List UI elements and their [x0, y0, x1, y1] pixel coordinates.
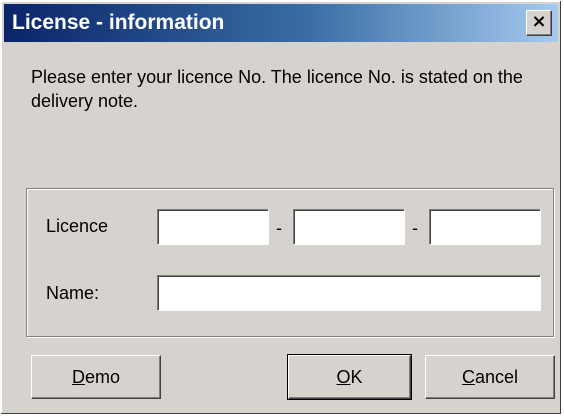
instruction-text: Please enter your licence No. The licenc… — [31, 67, 523, 111]
demo-button-mnemonic: D — [71, 367, 85, 387]
cancel-button[interactable]: Cancel — [425, 355, 555, 399]
licence-separator-1: - — [276, 218, 282, 238]
title-bar[interactable]: License - information × — [4, 4, 558, 42]
cancel-button-mnemonic: C — [461, 367, 475, 387]
close-icon: × — [531, 11, 547, 32]
licence-part2-input[interactable] — [293, 209, 405, 245]
demo-button-label: emo — [84, 367, 120, 387]
licence-part1-input[interactable] — [157, 209, 269, 245]
ok-button[interactable]: OK — [287, 354, 412, 400]
name-label: Name: — [46, 283, 100, 303]
ok-button-label: K — [350, 367, 363, 387]
license-dialog: License - information × Please enter you… — [0, 0, 562, 415]
close-button[interactable]: × — [526, 10, 552, 36]
cancel-button-label: ancel — [474, 367, 519, 387]
demo-button[interactable]: Demo — [31, 355, 161, 399]
licence-label: Licence — [46, 216, 109, 236]
ok-button-mnemonic: O — [336, 367, 351, 387]
licence-separator-2: - — [412, 218, 418, 238]
licence-part3-input[interactable] — [429, 209, 541, 245]
name-input[interactable] — [157, 275, 541, 311]
window-title: License - information — [12, 11, 225, 34]
